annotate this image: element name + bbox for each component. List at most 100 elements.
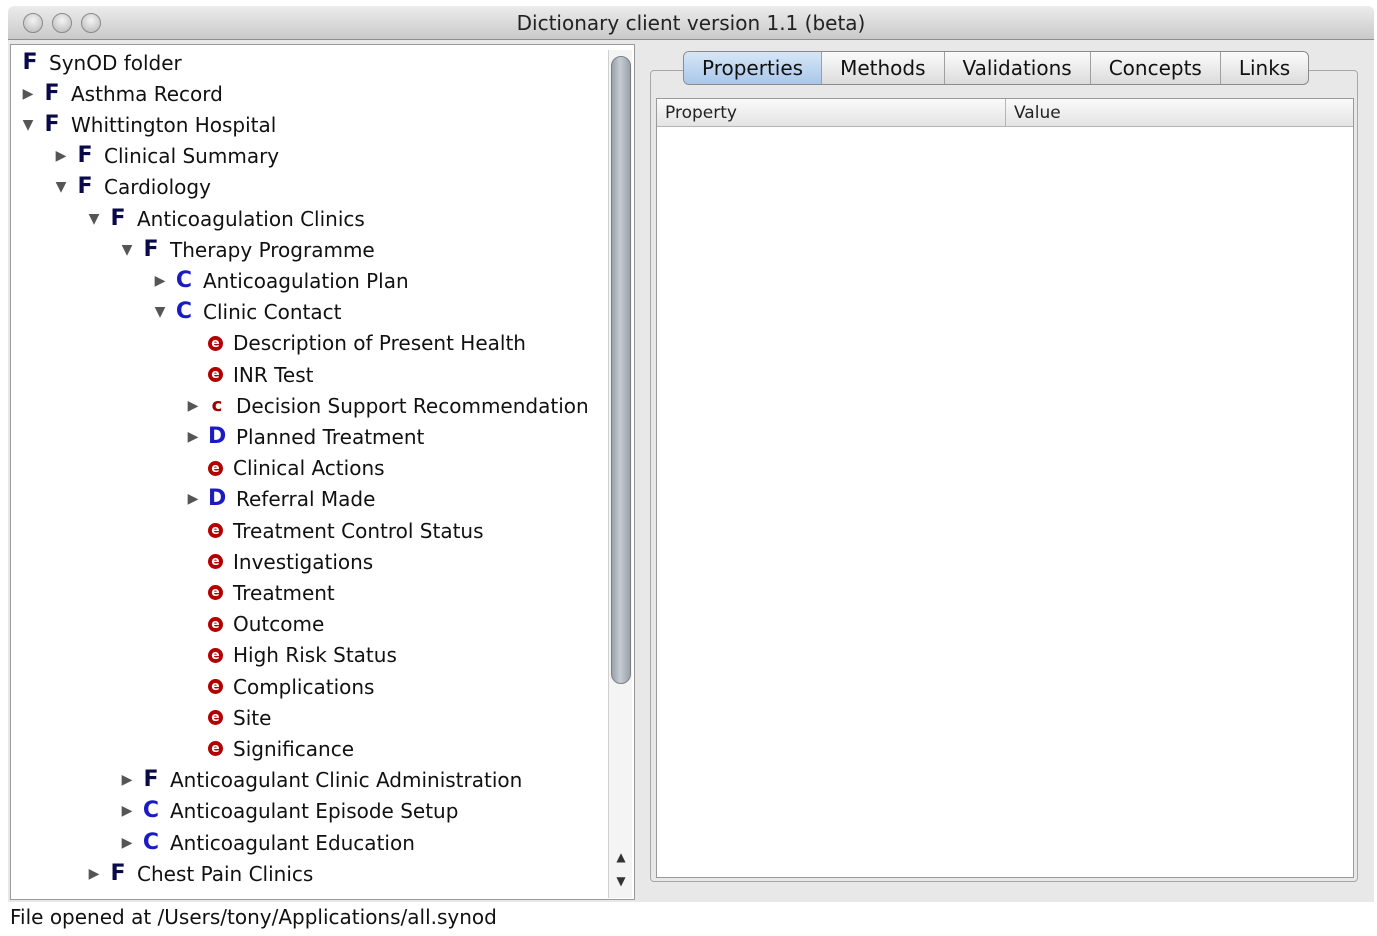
tree-item[interactable]: ▶ F Asthma Record [21, 78, 223, 109]
element-icon: e [208, 367, 223, 382]
tree-item[interactable]: ▶ D Planned Treatment [186, 421, 425, 452]
scroll-down-icon[interactable]: ▼ [609, 870, 633, 892]
tree-item-label: Clinical Summary [104, 144, 280, 169]
table-header: Property Value [657, 99, 1353, 127]
disclosure-expanded-icon[interactable]: ▼ [153, 304, 167, 320]
folder-icon: F [22, 49, 38, 75]
tree-item[interactable]: ▶eClinical Actions [186, 453, 385, 484]
dictionary-tree[interactable]: ▶ F SynOD folder ▶ F Asthma Record ▼ F Whittingt… [10, 44, 635, 900]
tree-item[interactable]: ▶eHigh Risk Status [186, 640, 397, 671]
disclosure-collapsed-icon[interactable]: ▶ [87, 866, 101, 882]
folder-icon: F [110, 205, 126, 231]
tree-item-label: Cardiology [104, 175, 211, 200]
tree-item-label: Planned Treatment [236, 424, 425, 449]
tree-item-label: SynOD folder [49, 50, 182, 75]
disclosure-collapsed-icon[interactable]: ▶ [54, 148, 68, 164]
tree-item[interactable]: ▼ F Cardiology [54, 172, 211, 203]
tree-item-label: Clinic Contact [203, 300, 342, 325]
status-bar: File opened at /Users/tony/Applications/… [10, 905, 497, 929]
scroll-up-icon[interactable]: ▲ [609, 846, 633, 868]
tree-item-label: Anticoagulation Plan [203, 268, 409, 293]
folder-icon: F [143, 767, 159, 793]
tree-item[interactable]: ▶eSite [186, 702, 271, 733]
folder-icon: F [77, 174, 93, 200]
tree-item[interactable]: ▶eSignificance [186, 733, 354, 764]
tree-item-label: Description of Present Health [233, 331, 526, 356]
tab-properties[interactable]: Properties [684, 52, 823, 84]
folder-icon: F [44, 80, 60, 106]
folder-icon: F [77, 143, 93, 169]
disclosure-collapsed-icon[interactable]: ▶ [186, 429, 200, 445]
element-icon: e [208, 460, 223, 476]
tree-item[interactable]: ▶ D Referral Made [186, 484, 376, 515]
disclosure-collapsed-icon[interactable]: ▶ [186, 398, 200, 414]
element-icon: e [208, 585, 223, 601]
tab-concepts[interactable]: Concepts [1091, 52, 1221, 84]
disclosure-collapsed-icon[interactable]: ▶ [186, 491, 200, 507]
properties-table[interactable]: Property Value [656, 98, 1354, 878]
tree-item-label: Decision Support Recommendation [236, 393, 589, 418]
disclosure-expanded-icon[interactable]: ▼ [87, 211, 101, 227]
tree-item[interactable]: ▼ F Whittington Hospital [21, 109, 277, 140]
tree-item-label: Site [233, 705, 272, 730]
tree-item-label: Asthma Record [71, 81, 223, 106]
tree-item-label: Significance [233, 736, 355, 761]
class-icon: C [142, 829, 160, 855]
element-icon: e [208, 554, 223, 570]
tree-item[interactable]: ▶ c Decision Support Recommendation [186, 390, 589, 421]
tree-item[interactable]: ▶ F Anticoagulant Clinic Administration [120, 765, 523, 796]
tree-item[interactable]: ▶ C Anticoagulant Education [120, 827, 415, 858]
tab-bar: Properties Methods Validations Concepts Link… [683, 51, 1310, 85]
tab-validations[interactable]: Validations [945, 52, 1091, 84]
column-header-value[interactable]: Value [1006, 99, 1069, 126]
disclosure-collapsed-icon[interactable]: ▶ [120, 772, 134, 788]
tree-item[interactable]: ▶ C Anticoagulation Plan [153, 265, 409, 296]
tree-item[interactable]: ▶eINR Test [186, 359, 314, 390]
folder-icon: F [44, 111, 60, 137]
disclosure-expanded-icon[interactable]: ▼ [54, 179, 68, 195]
tree-item-label: Whittington Hospital [71, 112, 277, 137]
element-icon: e [208, 616, 223, 632]
tree-item[interactable]: ▶ F Clinical Summary [54, 141, 280, 172]
tree-item[interactable]: ▶FSynOD folder [21, 47, 182, 78]
scrollbar-thumb[interactable] [611, 56, 631, 684]
folder-icon: F [110, 860, 126, 886]
tree-item[interactable]: ▼ C Clinic Contact [153, 297, 342, 328]
tree-item-label: Treatment [233, 580, 335, 605]
disclosure-expanded-icon[interactable]: ▼ [120, 242, 134, 258]
class-icon: C [175, 299, 193, 325]
tab-methods[interactable]: Methods [822, 52, 945, 84]
tree-item[interactable]: ▶eDescription of Present Health [186, 328, 526, 359]
tree-item-label: Outcome [233, 612, 325, 637]
class-icon: C [142, 798, 160, 824]
tree-item-label: Treatment Control Status [233, 518, 484, 543]
tree-item[interactable]: ▶ C Anticoagulant Episode Setup [120, 796, 459, 827]
tree-item[interactable]: ▼ F Therapy Programme [120, 234, 375, 265]
tree-item[interactable]: ▶eOutcome [186, 609, 324, 640]
element-icon: e [208, 523, 223, 538]
tree-item-label: Therapy Programme [170, 237, 375, 262]
element-icon: e [208, 647, 223, 663]
data-icon: D [208, 423, 227, 449]
title-bar: Dictionary client version 1.1 (beta) [8, 6, 1374, 40]
tree-item[interactable]: ▶eTreatment [186, 577, 335, 608]
element-icon: e [208, 335, 223, 351]
tree-item[interactable]: ▶eInvestigations [186, 546, 373, 577]
disclosure-collapsed-icon[interactable]: ▶ [120, 803, 134, 819]
tree-item[interactable]: ▶ F Chest Pain Clinics [87, 858, 314, 889]
disclosure-collapsed-icon[interactable]: ▶ [120, 835, 134, 851]
element-icon: e [208, 741, 223, 757]
disclosure-collapsed-icon[interactable]: ▶ [21, 86, 35, 102]
tree-item[interactable]: ▶eComplications [186, 671, 374, 702]
disclosure-expanded-icon[interactable]: ▼ [21, 117, 35, 133]
window-title: Dictionary client version 1.1 (beta) [516, 11, 866, 35]
tree-scrollbar[interactable]: ▲ ▼ [608, 50, 632, 898]
tree-item[interactable]: ▶eTreatment Control Status [186, 515, 484, 546]
column-header-property[interactable]: Property [657, 99, 1006, 126]
tab-links[interactable]: Links [1221, 52, 1308, 84]
element-icon: e [208, 710, 223, 726]
disclosure-collapsed-icon[interactable]: ▶ [153, 273, 167, 289]
tree-item-label: Referral Made [236, 487, 376, 512]
tree-item[interactable]: ▼ F Anticoagulation Clinics [87, 203, 365, 234]
tree-item-label: Clinical Actions [233, 456, 385, 481]
